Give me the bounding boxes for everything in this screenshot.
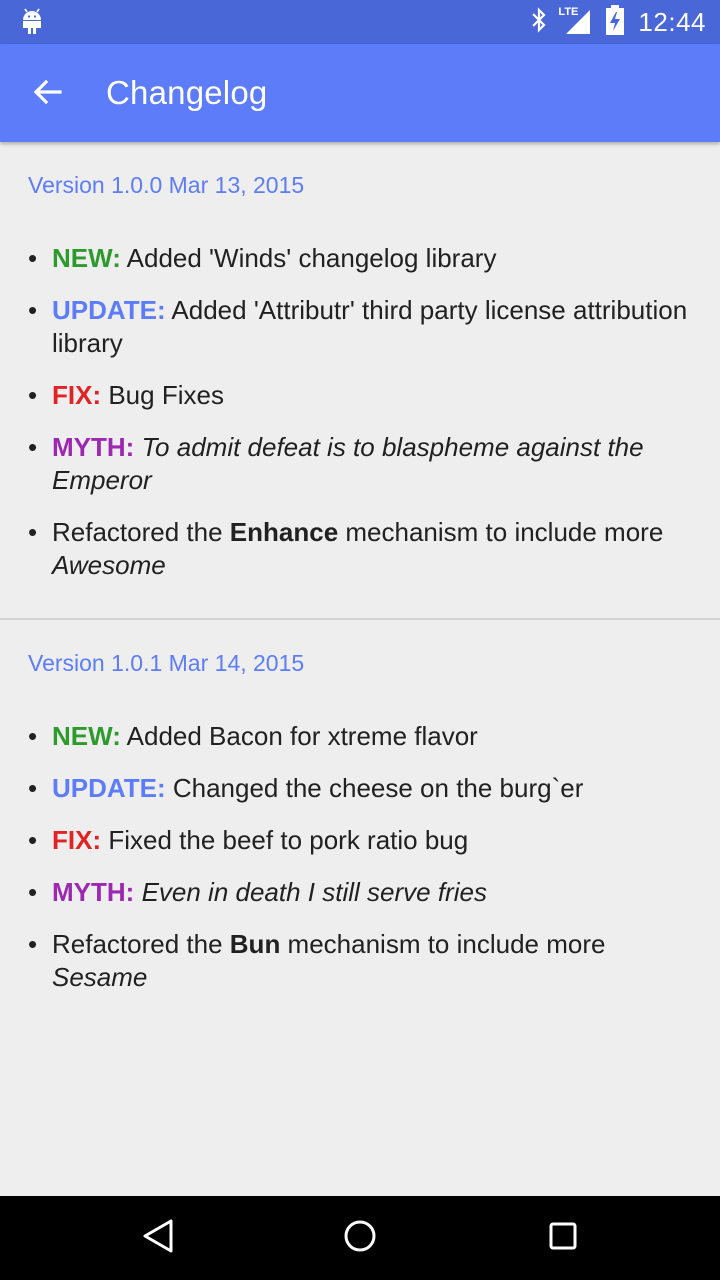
change-item-fix: • FIX: Fixed the beef to pork ratio bug [0, 824, 720, 857]
app-bar: Changelog [0, 44, 720, 142]
arrow-left-icon [32, 76, 64, 113]
bullet: • [28, 517, 38, 547]
change-item-new: • NEW: Added Bacon for xtreme flavor [0, 720, 720, 753]
change-tag: NEW: [52, 721, 121, 751]
nav-back-button[interactable] [136, 1216, 180, 1260]
change-text-before: Refactored the [52, 517, 230, 547]
change-text-middle: mechanism to include more [338, 517, 664, 547]
version-block: Version 1.0.0 Mar 13, 2015 • NEW: Added … [0, 142, 720, 618]
back-button[interactable] [22, 68, 74, 120]
changelog-list[interactable]: Version 1.0.0 Mar 13, 2015 • NEW: Added … [0, 142, 720, 1013]
version-block: Version 1.0.1 Mar 14, 2015 • NEW: Added … [0, 620, 720, 994]
change-tag: MYTH: [52, 432, 135, 462]
page-title: Changelog [106, 74, 268, 111]
back-triangle-icon [141, 1218, 175, 1259]
bullet: • [28, 721, 38, 751]
bullet: • [28, 432, 38, 462]
change-text: Even in death I still serve fries [141, 877, 487, 907]
home-circle-icon [342, 1218, 378, 1259]
change-text-bold: Bun [229, 929, 281, 959]
change-text: Fixed the beef to pork ratio bug [108, 825, 469, 855]
network-type-label: LTE [558, 6, 579, 18]
bullet: • [28, 380, 38, 410]
navigation-bar [0, 1196, 720, 1280]
change-text-before: Refactored the [52, 929, 230, 959]
change-tag: UPDATE: [52, 295, 166, 325]
change-text-italic: Awesome [52, 550, 166, 580]
bullet: • [28, 295, 38, 325]
battery-charging-icon [606, 4, 625, 40]
nav-recents-button[interactable] [541, 1216, 585, 1260]
status-time: 12:44 [638, 6, 706, 37]
change-item-plain: • Refactored the Enhance mechanism to in… [0, 516, 720, 582]
change-list: • NEW: Added 'Winds' changelog library •… [0, 214, 720, 582]
bullet: • [28, 929, 38, 959]
change-text: Changed the cheese on the burg`er [172, 773, 584, 803]
bluetooth-icon [530, 6, 548, 38]
change-tag: UPDATE: [52, 773, 166, 803]
change-item-update: • UPDATE: Added 'Attributr' third party … [0, 294, 720, 360]
change-item-new: • NEW: Added 'Winds' changelog library [0, 242, 720, 275]
change-tag: MYTH: [52, 877, 135, 907]
android-icon [20, 8, 44, 41]
change-text: Bug Fixes [108, 380, 224, 410]
change-item-update: • UPDATE: Changed the cheese on the burg… [0, 772, 720, 805]
status-bar: LTE 12:44 [0, 0, 720, 44]
change-text: Added Bacon for xtreme flavor [126, 721, 478, 751]
change-text-italic: Sesame [52, 962, 148, 992]
change-text: To admit defeat is to blaspheme against … [52, 432, 644, 495]
change-tag: FIX: [52, 380, 102, 410]
change-list: • NEW: Added Bacon for xtreme flavor • U… [0, 692, 720, 994]
lte-signal-icon: LTE [558, 6, 594, 36]
change-text: Added 'Winds' changelog library [126, 243, 497, 273]
version-header: Version 1.0.0 Mar 13, 2015 [28, 172, 305, 198]
bullet: • [28, 825, 38, 855]
change-tag: NEW: [52, 243, 121, 273]
change-text-bold: Enhance [229, 517, 339, 547]
change-text-middle: mechanism to include more [280, 929, 606, 959]
bullet: • [28, 773, 38, 803]
bullet: • [28, 877, 38, 907]
change-item-fix: • FIX: Bug Fixes [0, 379, 720, 412]
version-header: Version 1.0.1 Mar 14, 2015 [28, 650, 305, 676]
change-item-plain: • Refactored the Bun mechanism to includ… [0, 928, 720, 994]
change-item-myth: • MYTH: To admit defeat is to blaspheme … [0, 431, 720, 497]
bullet: • [28, 243, 38, 273]
nav-home-button[interactable] [338, 1216, 382, 1260]
change-item-myth: • MYTH: Even in death I still serve frie… [0, 876, 720, 909]
recents-square-icon [547, 1220, 579, 1257]
change-tag: FIX: [52, 825, 102, 855]
